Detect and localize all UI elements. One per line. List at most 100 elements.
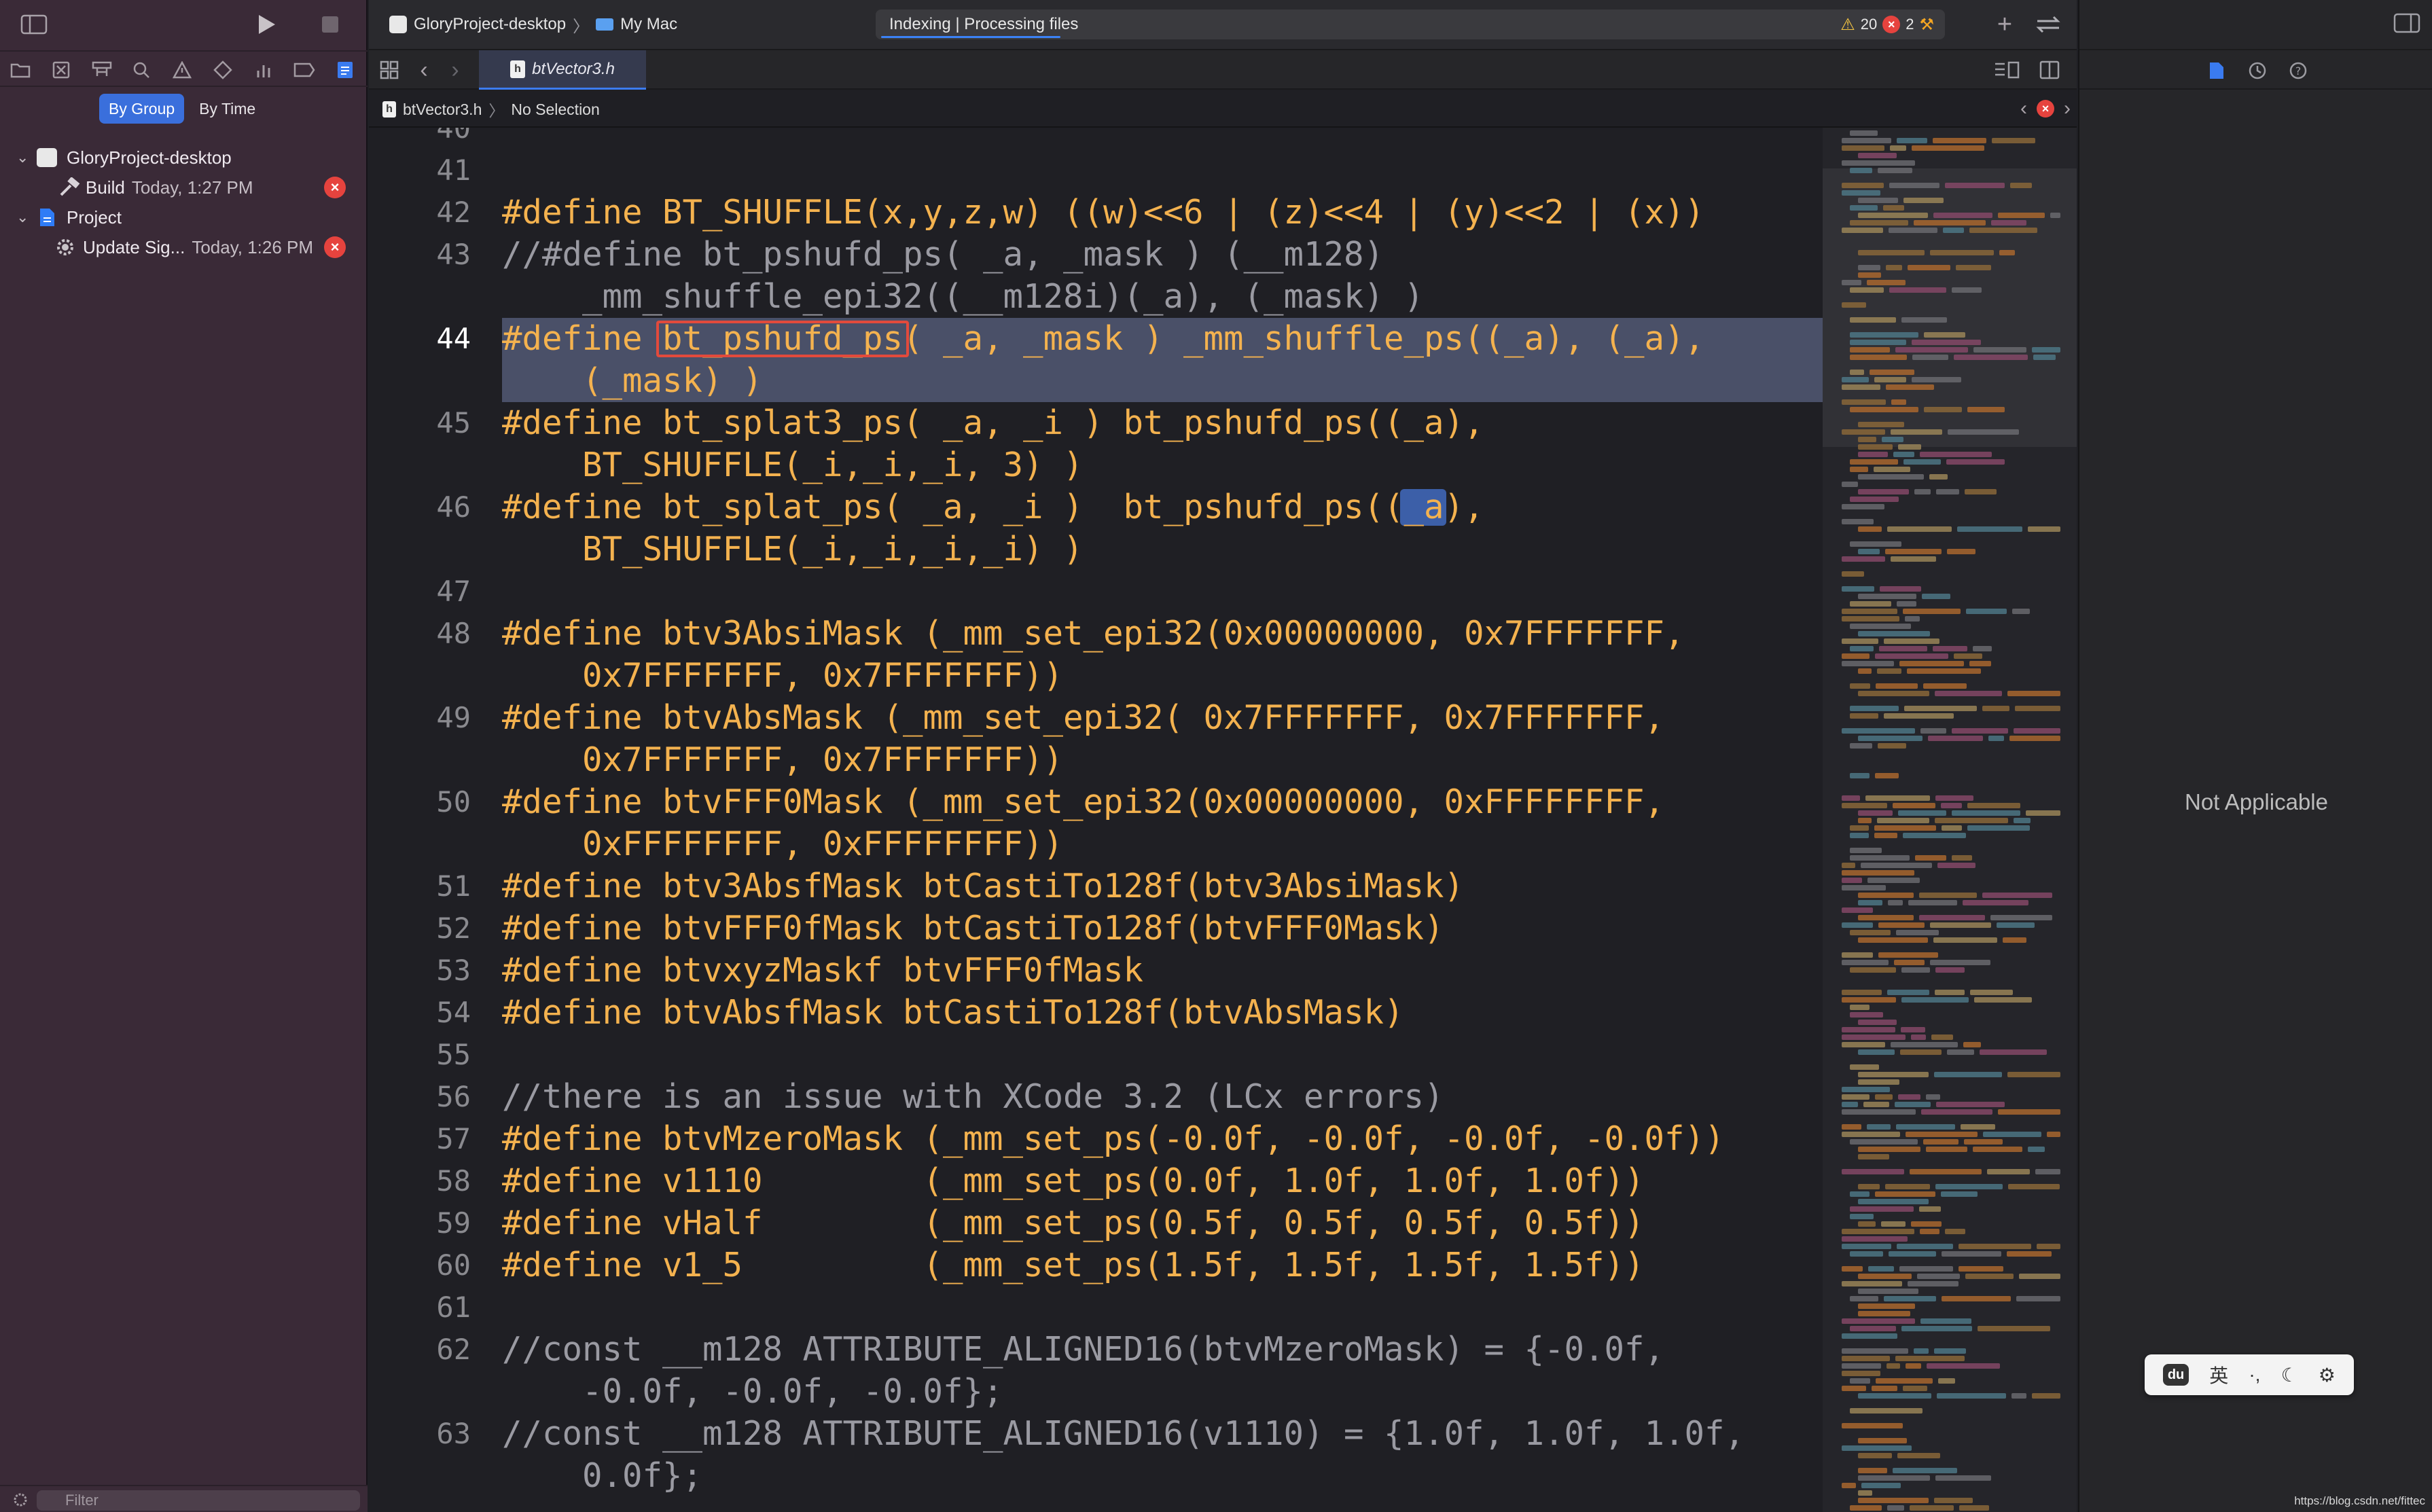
code-line[interactable]: 51 #define btv3AbsfMask btCastiTo128f(btv…: [369, 865, 1823, 907]
code-line[interactable]: 59 #define vHalf (_mm_set_ps(0.5f, 0.5f, …: [369, 1202, 1823, 1244]
minimap-line: [1938, 1378, 1955, 1384]
debug-navigator-icon[interactable]: [251, 60, 276, 80]
stop-button[interactable]: [318, 12, 342, 37]
report-navigator-icon[interactable]: [333, 60, 357, 80]
source-editor[interactable]: 40 41 42 #define BT_SHUFFLE(x,y,z,w) ((w)<<…: [369, 128, 1823, 1512]
split-editor-icon[interactable]: [2037, 58, 2062, 82]
code-line[interactable]: 0x7FFFFFFF, 0x7FFFFFFF)): [369, 739, 1823, 781]
tree-item-update-signature[interactable]: Update Sig... Today, 1:26 PM ×: [0, 232, 368, 262]
chevron-down-icon[interactable]: ⌄: [16, 149, 29, 166]
code-line[interactable]: 49 #define btvAbsMask (_mm_set_epi32( 0x7…: [369, 697, 1823, 739]
moon-icon[interactable]: ☾: [2281, 1364, 2298, 1386]
minimap-line: [1974, 997, 2032, 1003]
project-navigator-icon[interactable]: [8, 60, 33, 80]
editor-options-icon[interactable]: [1992, 58, 2021, 82]
code-line[interactable]: BT_SHUFFLE(_i,_i,_i, 3) ): [369, 444, 1823, 486]
gear-icon[interactable]: ⚙: [2319, 1364, 2336, 1386]
next-issue-icon[interactable]: ›: [2059, 97, 2075, 120]
tree-item-project-root[interactable]: ⌄ GloryProject-desktop: [0, 143, 368, 173]
breadcrumb-file[interactable]: btVector3.h: [403, 101, 482, 119]
error-icon[interactable]: ×: [2036, 99, 2055, 118]
code-line[interactable]: 56 //there is an issue with XCode 3.2 (LC…: [369, 1076, 1823, 1118]
previous-issue-icon[interactable]: ‹: [2016, 97, 2032, 120]
code-line[interactable]: 47: [369, 571, 1823, 613]
history-icon[interactable]: [2247, 60, 2268, 82]
tree-item-build[interactable]: Build Today, 1:27 PM ×: [0, 173, 368, 202]
tab-btvector3-h[interactable]: h btVector3.h: [479, 50, 646, 90]
minimap-line: [1842, 1124, 1861, 1130]
code-line[interactable]: 53 #define btvxyzMaskf btvFFF0fMask: [369, 950, 1823, 992]
input-method-toolbar[interactable]: du 英 ·, ☾ ⚙: [2145, 1354, 2354, 1395]
add-icon[interactable]: +: [1991, 10, 2018, 39]
breadcrumb-selection[interactable]: No Selection: [511, 101, 599, 119]
breakpoint-navigator-icon[interactable]: [292, 60, 317, 80]
issue-counts[interactable]: ⚠ 20 × 2 ⚒: [1840, 14, 1934, 35]
search-icon[interactable]: [129, 60, 154, 80]
minimap-line: [1867, 878, 1920, 883]
source-control-icon[interactable]: [49, 60, 73, 80]
forward-icon[interactable]: ›: [445, 57, 465, 83]
hammer-icon: ⚒: [1919, 15, 1934, 34]
code-line[interactable]: 50 #define btvFFF0Mask (_mm_set_epi32(0x0…: [369, 781, 1823, 823]
code-line[interactable]: -0.0f, -0.0f, -0.0f};: [369, 1371, 1823, 1413]
test-navigator-icon[interactable]: [211, 60, 235, 80]
by-time-button[interactable]: By Time: [190, 94, 265, 124]
settings-icon[interactable]: [11, 1490, 30, 1509]
minimap-line: [1842, 1109, 1916, 1115]
code-line[interactable]: 45 #define bt_splat3_ps( _a, _i ) bt_pshu…: [369, 402, 1823, 444]
code-line[interactable]: 62 //const __m128 ATTRIBUTE_ALIGNED16(btv…: [369, 1329, 1823, 1371]
minimap-line: [1942, 1251, 2001, 1257]
minimap-line: [1850, 1012, 1883, 1018]
code-line[interactable]: 0.0f};: [369, 1455, 1823, 1497]
code-line[interactable]: 63 //const __m128 ATTRIBUTE_ALIGNED16(v11…: [369, 1413, 1823, 1455]
minimap-line: [1884, 1296, 1936, 1301]
breadcrumb[interactable]: h btVector3.h 〉 No Selection: [382, 98, 600, 121]
code-line[interactable]: 60 #define v1_5 (_mm_set_ps(1.5f, 1.5f, 1…: [369, 1244, 1823, 1286]
baidu-ime-logo-icon[interactable]: du: [2163, 1364, 2189, 1386]
issue-navigator-icon[interactable]: [170, 60, 194, 80]
code-line[interactable]: 0xFFFFFFFF, 0xFFFFFFFF)): [369, 823, 1823, 865]
code-line[interactable]: 40: [369, 128, 1823, 149]
code-line[interactable]: 58 #define v1110 (_mm_set_ps(0.0f, 1.0f, …: [369, 1160, 1823, 1202]
ime-punctuation-toggle[interactable]: ·,: [2249, 1364, 2260, 1386]
code-line[interactable]: 42 #define BT_SHUFFLE(x,y,z,w) ((w)<<6 | …: [369, 192, 1823, 234]
by-group-button[interactable]: By Group: [99, 94, 185, 124]
destination-name[interactable]: My Mac: [620, 15, 677, 34]
code-line[interactable]: 61: [369, 1286, 1823, 1329]
scheme-name[interactable]: GloryProject-desktop: [414, 15, 566, 34]
back-icon[interactable]: ‹: [414, 57, 434, 83]
minimap-line: [1842, 1348, 1908, 1354]
code-line[interactable]: 44 #define bt_pshufd_ps( _a, _mask ) _mm_…: [369, 318, 1823, 360]
code-line[interactable]: 43 //#define bt_pshufd_ps( _a, _mask ) (_…: [369, 234, 1823, 276]
run-button[interactable]: [253, 11, 280, 38]
inspector-empty-message: Not Applicable: [2185, 789, 2328, 814]
scheme-breadcrumb[interactable]: GloryProject-desktop 〉 My Mac: [389, 12, 677, 37]
swap-icon[interactable]: [2032, 11, 2064, 38]
symbol-navigator-icon[interactable]: [90, 60, 114, 80]
code-line[interactable]: 46 #define bt_splat_ps( _a, _i ) bt_pshuf…: [369, 486, 1823, 528]
code-line[interactable]: 41: [369, 149, 1823, 192]
code-line[interactable]: 55: [369, 1034, 1823, 1076]
minimap-line: [1842, 556, 1885, 562]
tree-item-project[interactable]: ⌄ Project: [0, 202, 368, 232]
code-line[interactable]: 0x7FFFFFFF, 0x7FFFFFFF)): [369, 655, 1823, 697]
grid-icon[interactable]: [377, 58, 401, 82]
help-icon[interactable]: ?: [2287, 60, 2309, 82]
minimap-line: [1920, 1318, 1971, 1324]
code-line[interactable]: 54 #define btvAbsfMask btCastiTo128f(btvA…: [369, 992, 1823, 1034]
code-line[interactable]: 57 #define btvMzeroMask (_mm_set_ps(-0.0f…: [369, 1118, 1823, 1160]
minimap-line: [2032, 1393, 2060, 1399]
minimap[interactable]: [1823, 128, 2077, 1512]
code-line[interactable]: 52 #define btvFFF0fMask btCastiTo128f(btv…: [369, 907, 1823, 950]
ime-language-toggle[interactable]: 英: [2209, 1361, 2228, 1388]
inspector-toggle-icon[interactable]: [2392, 11, 2422, 35]
chevron-down-icon[interactable]: ⌄: [16, 209, 29, 226]
code-line[interactable]: (_mask) ): [369, 360, 1823, 402]
sidebar-toggle-icon[interactable]: [19, 12, 49, 37]
minimap-line: [1919, 1206, 1941, 1212]
code-line[interactable]: _mm_shuffle_epi32((__m128i)(_a), (_mask)…: [369, 276, 1823, 318]
code-line[interactable]: 48 #define btv3AbsiMask (_mm_set_epi32(0x…: [369, 613, 1823, 655]
code-line[interactable]: BT_SHUFFLE(_i,_i,_i,_i) ): [369, 528, 1823, 571]
file-inspector-icon[interactable]: [2206, 60, 2228, 82]
filter-input[interactable]: Filter: [37, 1490, 360, 1511]
